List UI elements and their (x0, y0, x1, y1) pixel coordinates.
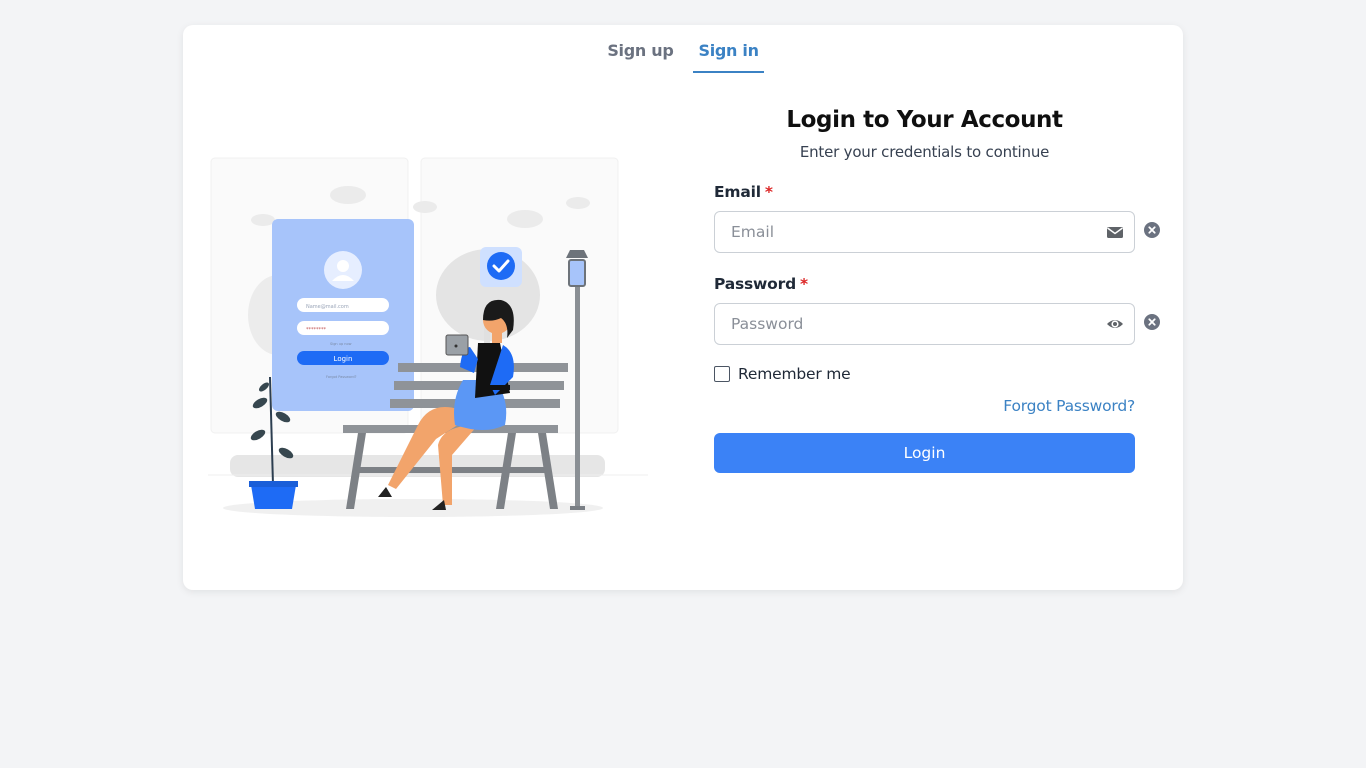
login-card: Sign up Sign in Name@mail.com ******** S… (183, 25, 1183, 590)
email-field-wrapper (714, 211, 1135, 253)
remember-me-label[interactable]: Remember me (738, 365, 851, 383)
password-field-wrapper (714, 303, 1135, 345)
mini-forgot-text: Forgot Password? (326, 375, 357, 379)
login-illustration: Name@mail.com ******** Sign up now Login… (208, 157, 648, 517)
remember-me-checkbox[interactable] (714, 366, 730, 382)
login-form: Login to Your Account Enter your credent… (714, 107, 1160, 473)
tab-sign-in[interactable]: Sign in (693, 39, 764, 73)
email-label-text: Email (714, 183, 761, 201)
clear-password-icon[interactable] (1144, 314, 1160, 330)
password-row (714, 303, 1160, 345)
email-input[interactable] (715, 212, 1085, 252)
auth-tabs: Sign up Sign in (183, 39, 1183, 73)
email-required-mark: * (764, 183, 773, 201)
mini-email-text: Name@mail.com (306, 304, 349, 310)
mini-login-text: Login (334, 355, 353, 363)
password-required-mark: * (799, 275, 808, 293)
clear-email-icon[interactable] (1144, 222, 1160, 238)
eye-icon[interactable] (1106, 315, 1124, 333)
form-title: Login to Your Account (786, 107, 1063, 133)
mini-password-text: ******** (306, 327, 327, 333)
email-label: Email * (714, 183, 1135, 201)
remember-me-row: Remember me (714, 365, 1135, 383)
tab-sign-up[interactable]: Sign up (602, 39, 678, 73)
login-button[interactable]: Login (714, 433, 1135, 473)
envelope-icon (1107, 227, 1123, 238)
password-input[interactable] (715, 304, 1085, 344)
email-row (714, 211, 1160, 253)
password-label-text: Password (714, 275, 796, 293)
forgot-password-link[interactable]: Forgot Password? (714, 397, 1135, 415)
form-subtitle: Enter your credentials to continue (799, 143, 1050, 161)
mini-signup-text: Sign up now (330, 342, 352, 346)
password-label: Password * (714, 275, 1135, 293)
